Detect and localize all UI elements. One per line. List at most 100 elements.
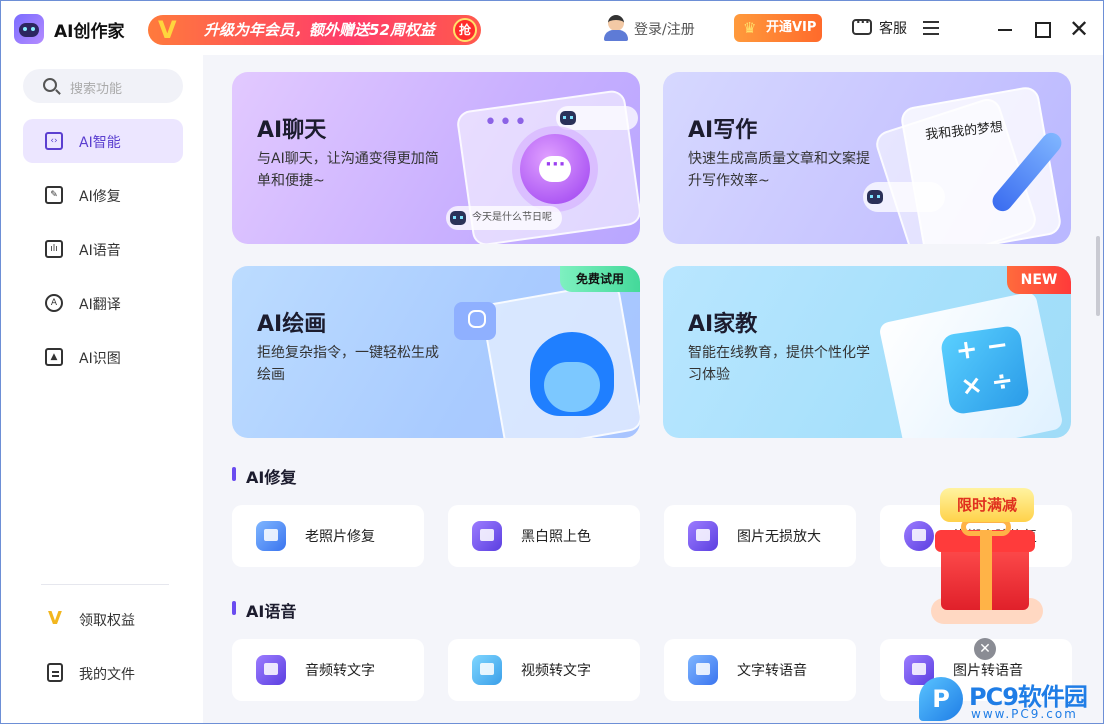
sidebar-item-ai-smart[interactable]: ‹› AI智能 (23, 119, 183, 163)
card-title: AI家教 (688, 312, 758, 337)
math-symbols-icon: + − × ÷ (939, 324, 1031, 416)
sidebar-item-label: AI翻译 (79, 297, 121, 313)
chat-circle-illustration (520, 134, 590, 204)
card-description: 与AI聊天，让沟通变得更加简单和便捷~ (257, 151, 439, 189)
sidebar-item-ai-translate[interactable]: A AI翻译 (23, 281, 183, 325)
sidebar-item-label: AI修复 (79, 189, 121, 205)
banner-grab-badge: 抢 (453, 18, 477, 42)
text-speech-icon (688, 655, 718, 685)
sidebar-item-label: 我的文件 (79, 667, 135, 683)
tool-label: 文字转语音 (737, 663, 807, 679)
old-photo-icon (256, 521, 286, 551)
card-description: 拒绝复杂指令，一键轻松生成绘画 (257, 345, 439, 383)
vertical-scrollbar[interactable] (1096, 236, 1100, 316)
tool-label: 黑白照上色 (521, 529, 591, 545)
tool-label: 图片无损放大 (737, 529, 821, 545)
maximize-button[interactable] (1028, 15, 1056, 43)
gift-ribbon (980, 530, 992, 610)
tool-colorize[interactable]: 黑白照上色 (448, 505, 640, 567)
sidebar: 搜索功能 ‹› AI智能 ✎ AI修复 ılı AI语音 A AI翻译 ▲ AI… (1, 55, 203, 723)
limited-offer-gift[interactable]: 限时满减 (931, 488, 1043, 638)
limited-offer-tag: 限时满减 (940, 488, 1034, 522)
video-play-icon (472, 655, 502, 685)
section-title-ai-voice: AI语音 (232, 598, 296, 622)
vip-button-label: 开通VIP (766, 20, 817, 35)
vip-v-icon: V (158, 16, 177, 44)
menu-icon[interactable] (923, 21, 939, 35)
search-input[interactable]: 搜索功能 (23, 69, 183, 103)
robot-icon (450, 211, 466, 225)
robot-chip (556, 106, 638, 130)
sidebar-item-my-files[interactable]: 我的文件 (23, 653, 183, 693)
user-profile-icon (454, 302, 496, 340)
search-icon (43, 78, 57, 92)
tool-text-to-speech[interactable]: 文字转语音 (664, 639, 856, 701)
upscale-icon (688, 521, 718, 551)
tool-label: 音频转文字 (305, 663, 375, 679)
new-badge: NEW (1007, 266, 1071, 294)
audio-wave-icon (256, 655, 286, 685)
card-ai-chat[interactable]: AI聊天 与AI聊天，让沟通变得更加简单和便捷~ ••• 今天是什么节日呢 (232, 72, 640, 244)
customer-service-button[interactable]: 客服 (852, 15, 912, 41)
file-icon (47, 663, 63, 682)
tool-audio-to-text[interactable]: 音频转文字 (232, 639, 424, 701)
translate-icon: A (45, 294, 63, 312)
chat-bubble-icon (539, 154, 571, 182)
sidebar-item-ai-recognize[interactable]: ▲ AI识图 (23, 335, 183, 379)
app-window: AI创作家 V 升级为年会员，额外赠送52周权益 抢 登录/注册 ♛ 开通VIP… (0, 0, 1104, 724)
face-repair-icon (904, 521, 934, 551)
tool-label: 视频转文字 (521, 663, 591, 679)
tool-old-photo-repair[interactable]: 老照片修复 (232, 505, 424, 567)
sidebar-item-label: AI识图 (79, 351, 121, 367)
ai-chip-icon: ‹› (45, 132, 63, 150)
sidebar-item-ai-voice[interactable]: ılı AI语音 (23, 227, 183, 271)
card-ai-painting[interactable]: AI绘画 拒绝复杂指令，一键轻松生成绘画 免费试用 (232, 266, 640, 438)
image-recognize-icon: ▲ (45, 348, 63, 366)
free-trial-badge: 免费试用 (560, 266, 640, 292)
robot-icon (867, 190, 883, 204)
portrait-illustration (530, 332, 614, 416)
sidebar-item-label: AI智能 (79, 135, 121, 151)
minimize-button[interactable] (991, 15, 1019, 43)
card-description: 快速生成高质量文章和文案提升写作效率~ (688, 151, 870, 189)
sample-question-text: 今天是什么节日呢 (472, 212, 552, 223)
dots-decoration: ••• (484, 110, 529, 135)
promo-close-icon[interactable]: ✕ (974, 638, 996, 660)
tool-video-to-text[interactable]: 视频转文字 (448, 639, 640, 701)
avatar[interactable] (604, 15, 628, 41)
card-ai-writing[interactable]: AI写作 快速生成高质量文章和文案提升写作效率~ 我和我的梦想 (663, 72, 1071, 244)
sidebar-divider (41, 584, 169, 585)
card-title: AI绘画 (257, 312, 327, 337)
app-name: AI创作家 (54, 22, 125, 42)
avatar-head (608, 15, 624, 31)
card-title: AI写作 (688, 118, 758, 143)
membership-banner[interactable]: V 升级为年会员，额外赠送52周权益 抢 (148, 15, 481, 45)
sidebar-item-ai-repair[interactable]: ✎ AI修复 (23, 173, 183, 217)
search-placeholder: 搜索功能 (70, 82, 123, 97)
tool-upscale[interactable]: 图片无损放大 (664, 505, 856, 567)
vip-v-icon: V (48, 608, 62, 629)
watermark: P PC9软件园 www.PC9.com (919, 675, 1103, 723)
open-vip-button[interactable]: ♛ 开通VIP (734, 14, 822, 42)
app-logo-icon (14, 14, 44, 44)
watermark-url: www.PC9.com (971, 707, 1078, 721)
sidebar-item-claim-benefits[interactable]: V 领取权益 (23, 599, 183, 639)
sample-question-chip: 今天是什么节日呢 (446, 206, 562, 230)
close-icon[interactable]: ✕ (1065, 15, 1093, 43)
tool-label: 老照片修复 (305, 529, 375, 545)
avatar-body (604, 30, 628, 41)
colorize-icon (472, 521, 502, 551)
login-register-link[interactable]: 登录/注册 (634, 19, 695, 39)
service-label: 客服 (879, 21, 907, 37)
banner-text: 升级为年会员，额外赠送52周权益 (204, 21, 435, 39)
crown-icon: ♛ (743, 19, 757, 37)
robot-toggle-chip (863, 182, 945, 212)
robot-icon (560, 111, 576, 125)
card-description: 智能在线教育，提供个性化学习体验 (688, 345, 870, 383)
card-ai-tutor[interactable]: AI家教 智能在线教育，提供个性化学习体验 + − × ÷ NEW (663, 266, 1071, 438)
watermark-logo-icon: P (919, 677, 963, 721)
image-repair-icon: ✎ (45, 186, 63, 204)
card-title: AI聊天 (257, 118, 327, 143)
voice-icon: ılı (45, 240, 63, 258)
sidebar-item-label: 领取权益 (79, 613, 135, 629)
